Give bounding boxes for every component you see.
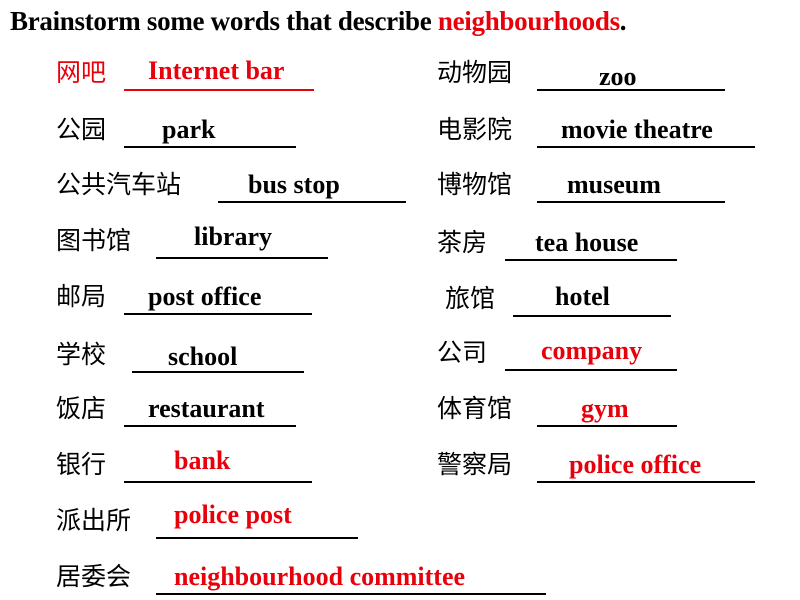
- chinese-term: 公园: [56, 115, 107, 144]
- chinese-term: 邮局: [56, 282, 107, 311]
- vocab-item-police-post: 派出所 police post: [56, 500, 376, 544]
- chinese-term: 公共汽车站: [56, 170, 182, 199]
- english-answer: Internet bar: [148, 56, 285, 85]
- english-answer: post office: [148, 282, 262, 311]
- english-answer: bus stop: [248, 170, 340, 199]
- english-answer: company: [541, 336, 643, 365]
- english-answer: movie theatre: [561, 115, 713, 144]
- chinese-term: 图书馆: [56, 226, 132, 255]
- english-answer: zoo: [599, 62, 637, 91]
- chinese-term: 茶房: [437, 228, 488, 257]
- answer-blank: [124, 481, 312, 483]
- english-answer: school: [168, 342, 238, 371]
- english-answer: hotel: [555, 282, 610, 311]
- vocab-item-movie-theatre: 电影院 movie theatre: [437, 113, 767, 153]
- vocab-item-park: 公园 park: [56, 113, 316, 153]
- vocab-item-internet-bar: 网吧 Internet bar: [56, 56, 316, 96]
- english-answer: tea house: [535, 228, 639, 257]
- vocab-item-neighbourhood-committee: 居委会 neighbourhood committee: [56, 560, 556, 600]
- english-answer: police post: [174, 500, 292, 529]
- title-suffix: .: [619, 6, 627, 36]
- chinese-term: 学校: [56, 340, 107, 369]
- answer-blank: [156, 537, 358, 539]
- chinese-term: 饭店: [56, 394, 107, 423]
- chinese-term: 电影院: [437, 115, 513, 144]
- english-answer: neighbourhood committee: [174, 562, 466, 591]
- vocab-item-tea-house: 茶房 tea house: [437, 226, 697, 266]
- chinese-term: 银行: [56, 450, 107, 479]
- vocab-item-post-office: 邮局 post office: [56, 280, 336, 320]
- vocab-item-library: 图书馆 library: [56, 222, 356, 264]
- english-answer: restaurant: [148, 394, 265, 423]
- answer-blank: [156, 257, 328, 259]
- vocab-item-restaurant: 饭店 restaurant: [56, 392, 336, 432]
- chinese-term: 公司: [437, 338, 488, 367]
- english-answer: museum: [567, 170, 661, 199]
- slide-title: Brainstorm some words that describe neig…: [10, 6, 627, 37]
- chinese-term: 博物馆: [437, 170, 513, 199]
- title-highlight: neighbourhoods: [437, 6, 620, 36]
- vocab-item-hotel: 旅馆 hotel: [445, 282, 705, 322]
- english-answer: police office: [569, 450, 702, 479]
- vocab-item-museum: 博物馆 museum: [437, 168, 737, 208]
- english-answer: bank: [174, 446, 231, 475]
- title-prefix: Brainstorm some words that describe: [10, 6, 438, 36]
- vocab-item-bus-stop: 公共汽车站 bus stop: [56, 168, 416, 208]
- vocab-item-school: 学校 school: [56, 338, 336, 378]
- chinese-term: 警察局: [437, 450, 513, 479]
- vocab-item-bank: 银行 bank: [56, 446, 336, 488]
- english-answer: park: [162, 115, 216, 144]
- chinese-term: 居委会: [56, 562, 132, 591]
- chinese-term: 派出所: [56, 506, 132, 535]
- english-answer: library: [194, 222, 272, 251]
- chinese-term: 体育馆: [437, 394, 513, 423]
- chinese-term: 旅馆: [445, 284, 496, 313]
- vocab-item-zoo: 动物园 zoo: [437, 56, 737, 96]
- vocab-item-company: 公司 company: [437, 336, 697, 376]
- answer-blank: [505, 369, 677, 371]
- vocab-item-police-office: 警察局 police office: [437, 448, 777, 488]
- answer-blank: [124, 89, 314, 91]
- vocab-item-gym: 体育馆 gym: [437, 392, 697, 432]
- chinese-term: 动物园: [437, 58, 513, 87]
- chinese-term: 网吧: [56, 58, 107, 87]
- english-answer: gym: [581, 394, 629, 423]
- answer-blank: [513, 315, 671, 317]
